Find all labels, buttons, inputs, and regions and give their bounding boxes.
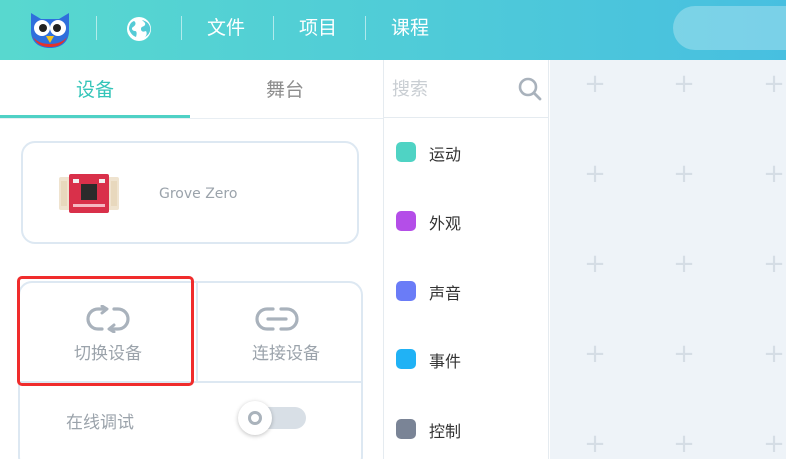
- device-name: Grove Zero: [159, 186, 238, 202]
- connect-device-button[interactable]: 连接设备: [198, 283, 361, 381]
- category-label: 外观: [429, 214, 462, 233]
- menu-file[interactable]: 文件: [207, 14, 245, 42]
- grid-plus-mark: +: [584, 429, 606, 459]
- category-label: 运动: [429, 145, 462, 164]
- grid-plus-mark: +: [673, 69, 695, 99]
- tab-divider: [0, 118, 383, 119]
- grid-plus-mark: +: [673, 249, 695, 279]
- category-color-dot: [396, 281, 416, 301]
- toggle-knob: [238, 401, 272, 435]
- grid-plus-mark: +: [763, 249, 785, 279]
- script-workspace[interactable]: + + + + + + + + + + + + + + +: [550, 60, 786, 459]
- top-bar: 文件 项目 课程: [0, 0, 786, 60]
- category-events[interactable]: 事件: [396, 344, 546, 374]
- switch-device-button[interactable]: 切换设备: [20, 283, 196, 381]
- separator: [365, 16, 366, 40]
- grid-plus-mark: +: [584, 69, 606, 99]
- device-board-icon: [59, 174, 119, 213]
- divider: [20, 381, 361, 383]
- separator: [181, 16, 182, 40]
- owl-logo-icon[interactable]: [27, 9, 73, 49]
- grid-plus-mark: +: [763, 339, 785, 369]
- search-icon[interactable]: [517, 76, 543, 102]
- category-label: 声音: [429, 284, 462, 303]
- category-color-dot: [396, 419, 416, 439]
- tab-stage[interactable]: 舞台: [190, 60, 380, 118]
- device-card[interactable]: Grove Zero: [21, 141, 359, 244]
- grid-plus-mark: +: [673, 429, 695, 459]
- menu-project[interactable]: 项目: [299, 14, 337, 42]
- category-color-dot: [396, 142, 416, 162]
- category-sound[interactable]: 声音: [396, 276, 546, 306]
- connect-link-icon: [255, 307, 299, 331]
- grid-plus-mark: +: [673, 159, 695, 189]
- category-label: 事件: [429, 352, 462, 371]
- category-color-dot: [396, 211, 416, 231]
- online-debug-label: 在线调试: [66, 413, 134, 433]
- grid-plus-mark: +: [584, 339, 606, 369]
- menu-course[interactable]: 课程: [391, 14, 429, 42]
- category-color-dot: [396, 349, 416, 369]
- block-search-input[interactable]: [392, 72, 512, 106]
- connect-device-label: 连接设备: [252, 344, 320, 364]
- globe-icon[interactable]: [125, 15, 153, 43]
- switch-device-icon: [86, 305, 130, 333]
- tab-device[interactable]: 设备: [0, 60, 190, 118]
- category-control[interactable]: 控制: [396, 414, 546, 444]
- category-label: 控制: [429, 422, 462, 441]
- grid-plus-mark: +: [584, 159, 606, 189]
- switch-device-label: 切换设备: [74, 344, 142, 364]
- separator: [273, 16, 274, 40]
- category-looks[interactable]: 外观: [396, 206, 546, 236]
- grid-plus-mark: +: [763, 429, 785, 459]
- grid-plus-mark: +: [763, 69, 785, 99]
- grid-plus-mark: +: [584, 249, 606, 279]
- block-search: [384, 60, 549, 118]
- separator: [96, 16, 97, 40]
- top-search-pill[interactable]: [673, 6, 786, 50]
- block-category-panel: 运动外观声音事件控制: [383, 60, 549, 459]
- grid-plus-mark: +: [673, 339, 695, 369]
- category-motion[interactable]: 运动: [396, 137, 546, 167]
- left-panel: 设备 舞台 Grove Zero 切换设备 连接设备 在线调试: [0, 60, 383, 459]
- grid-plus-mark: +: [763, 159, 785, 189]
- online-debug-toggle[interactable]: [238, 401, 306, 435]
